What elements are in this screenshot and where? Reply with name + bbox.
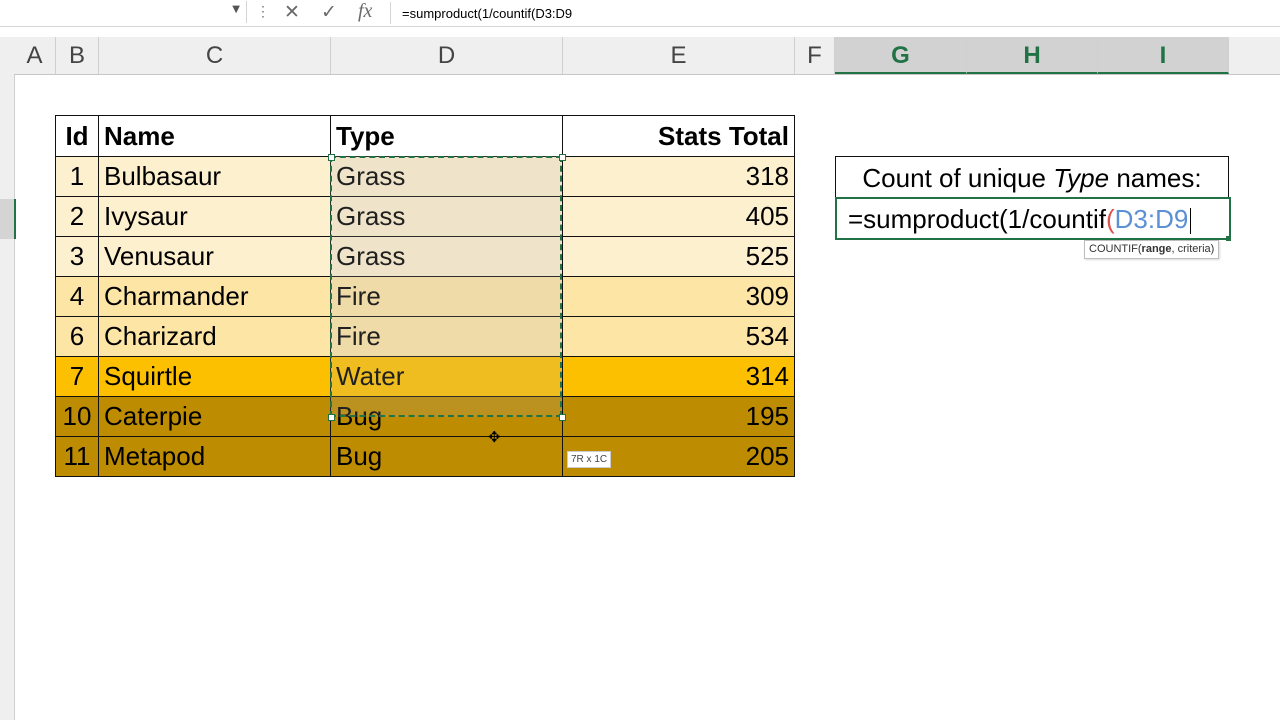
table-row: 2 Ivysaur Grass 405 <box>55 196 795 237</box>
cell-type[interactable]: Grass <box>330 196 563 237</box>
label-prefix: Count of unique <box>862 163 1054 193</box>
formula-bar: ▼ ⋮ ✕ ✓ fx =sumproduct(1/countif(D3:D9 <box>0 0 1280 27</box>
table-row: 1 Bulbasaur Grass 318 <box>55 156 795 197</box>
tooltip-arg-range[interactable]: range <box>1142 243 1172 255</box>
cancel-icon[interactable]: ✕ <box>284 1 300 23</box>
cell-name[interactable]: Metapod <box>98 436 331 477</box>
cell-name[interactable]: Charmander <box>98 276 331 317</box>
insert-function-icon[interactable]: fx <box>358 0 372 23</box>
cell-stats[interactable]: 525 <box>562 236 795 277</box>
selection-handle[interactable] <box>559 154 566 161</box>
row-header-active[interactable] <box>0 199 16 239</box>
cell-stats[interactable]: 405 <box>562 196 795 237</box>
cell-id[interactable]: 3 <box>55 236 99 277</box>
col-header-i[interactable]: I <box>1098 37 1229 74</box>
cell-type[interactable]: Grass <box>330 236 563 277</box>
col-header-b[interactable]: B <box>56 37 99 74</box>
header-type[interactable]: Type <box>330 115 563 157</box>
cell-stats[interactable]: 318 <box>562 156 795 197</box>
cell-stats[interactable]: 314 <box>562 356 795 397</box>
cell-id[interactable]: 6 <box>55 316 99 357</box>
selection-size-tooltip: 7R x 1C <box>567 451 612 468</box>
table-row: 10 Caterpie Bug 195 <box>55 396 795 437</box>
header-stats-total[interactable]: Stats Total <box>562 115 795 157</box>
enter-icon[interactable]: ✓ <box>321 1 337 23</box>
cell-cursor-icon: ✥ <box>488 428 501 446</box>
label-italic: Type <box>1053 163 1110 193</box>
header-name[interactable]: Name <box>98 115 331 157</box>
header-id[interactable]: Id <box>55 115 99 157</box>
function-tooltip[interactable]: COUNTIF(range, criteria) <box>1084 240 1220 259</box>
col-header-g[interactable]: G <box>835 37 967 74</box>
formula-range-ref: D3:D9 <box>1114 204 1189 234</box>
table-row: 3 Venusaur Grass 525 <box>55 236 795 277</box>
fill-handle[interactable] <box>1226 236 1231 241</box>
table-row: 7 Squirtle Water 314 <box>55 356 795 397</box>
cell-id[interactable]: 4 <box>55 276 99 317</box>
formula-start: =sumproduct(1/countif <box>848 204 1106 234</box>
selection-handle[interactable] <box>328 154 335 161</box>
cell-stats[interactable]: 195 <box>562 396 795 437</box>
pokemon-table: Id Name Type Stats Total 1 Bulbasaur Gra… <box>55 115 795 477</box>
cell-type[interactable]: Bug <box>330 436 563 477</box>
cell-name[interactable]: Charizard <box>98 316 331 357</box>
cell-stats[interactable]: 309 <box>562 276 795 317</box>
cell-name[interactable]: Bulbasaur <box>98 156 331 197</box>
chevron-down-icon[interactable]: ▼ <box>232 4 240 15</box>
more-options-icon[interactable]: ⋮ <box>256 3 270 20</box>
cell-type[interactable]: Grass <box>330 156 563 197</box>
col-header-c[interactable]: C <box>99 37 331 74</box>
cell-type[interactable]: Water <box>330 356 563 397</box>
col-header-a[interactable]: A <box>14 37 56 74</box>
text-caret <box>1190 208 1192 235</box>
table-header-row: Id Name Type Stats Total <box>55 115 795 157</box>
name-box[interactable]: ▼ <box>0 1 247 23</box>
col-header-d[interactable]: D <box>331 37 563 74</box>
table-row: 6 Charizard Fire 534 <box>55 316 795 357</box>
tooltip-rest: , criteria) <box>1171 243 1215 255</box>
cell-name[interactable]: Caterpie <box>98 396 331 437</box>
cell-id[interactable]: 2 <box>55 196 99 237</box>
cell-id[interactable]: 10 <box>55 396 99 437</box>
cell-id[interactable]: 11 <box>55 436 99 477</box>
table-row: 4 Charmander Fire 309 <box>55 276 795 317</box>
cell-name[interactable]: Venusaur <box>98 236 331 277</box>
cell-id[interactable]: 1 <box>55 156 99 197</box>
cell-id[interactable]: 7 <box>55 356 99 397</box>
cell-type[interactable]: Bug <box>330 396 563 437</box>
label-suffix: names: <box>1109 163 1202 193</box>
column-headers: A B C D E F G H I <box>14 37 1280 75</box>
selection-handle[interactable] <box>328 414 335 421</box>
active-cell-formula-edit[interactable]: =sumproduct(1/countif(D3:D9 <box>835 197 1231 240</box>
unique-count-label[interactable]: Count of unique Type names: <box>835 156 1229 198</box>
col-header-f[interactable]: F <box>795 37 835 74</box>
cell-name[interactable]: Ivysaur <box>98 196 331 237</box>
formula-input[interactable]: =sumproduct(1/countif(D3:D9 <box>402 6 572 21</box>
cell-name[interactable]: Squirtle <box>98 356 331 397</box>
row-header-strip[interactable] <box>0 37 15 720</box>
cell-stats[interactable]: 534 <box>562 316 795 357</box>
table-row: 11 Metapod Bug 205 <box>55 436 795 477</box>
formula-paren: ( <box>1105 204 1115 234</box>
tooltip-fn: COUNTIF( <box>1089 243 1142 255</box>
col-header-h[interactable]: H <box>967 37 1098 74</box>
selection-handle[interactable] <box>559 414 566 421</box>
cell-type[interactable]: Fire <box>330 276 563 317</box>
col-header-e[interactable]: E <box>563 37 795 74</box>
cell-type[interactable]: Fire <box>330 316 563 357</box>
select-all-corner[interactable] <box>0 37 14 74</box>
formula-bar-divider <box>390 2 391 24</box>
